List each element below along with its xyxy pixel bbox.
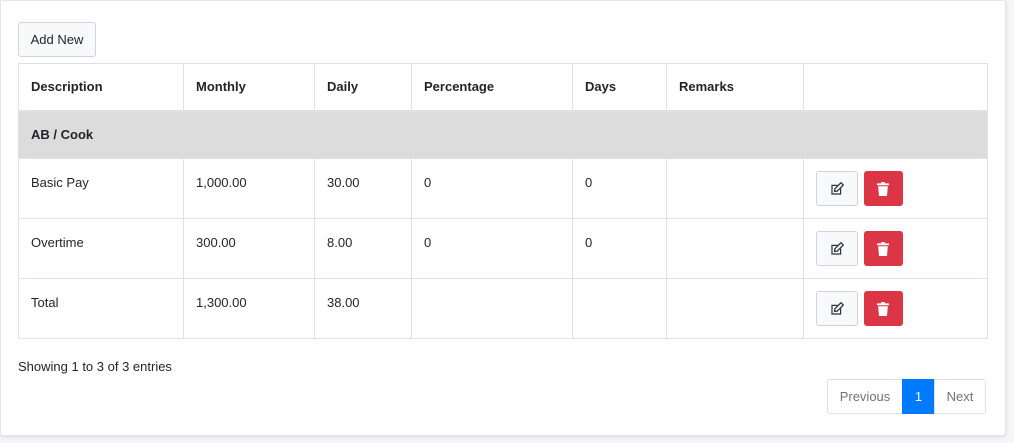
- table-row: Overtime 300.00 8.00 0 0: [18, 218, 988, 279]
- trash-icon: [877, 301, 890, 316]
- table-container: Description Monthly Daily Percentage Day…: [18, 63, 988, 339]
- cell-description: Overtime: [18, 218, 184, 279]
- cell-monthly: 1,000.00: [183, 158, 315, 219]
- table-header: Description Monthly Daily Percentage Day…: [18, 63, 988, 112]
- edit-button[interactable]: [816, 231, 858, 266]
- cell-percentage: 0: [411, 158, 573, 219]
- cell-daily: 38.00: [314, 278, 412, 339]
- edit-icon: [831, 181, 844, 195]
- cell-monthly: 1,300.00: [183, 278, 315, 339]
- cell-actions: [803, 278, 988, 339]
- cell-days: 0: [572, 158, 667, 219]
- column-header-remarks[interactable]: Remarks: [666, 63, 804, 112]
- cell-description: Basic Pay: [18, 158, 184, 219]
- delete-button[interactable]: [863, 231, 903, 266]
- entries-info: Showing 1 to 3 of 3 entries: [18, 359, 172, 374]
- pagination-page-1-button[interactable]: 1: [902, 379, 935, 414]
- cell-actions: [803, 158, 988, 219]
- cell-days: [572, 278, 667, 339]
- cell-daily: 30.00: [314, 158, 412, 219]
- group-row: AB / Cook: [18, 110, 988, 159]
- column-header-description[interactable]: Description: [18, 63, 184, 112]
- column-header-days[interactable]: Days: [572, 63, 667, 112]
- cell-remarks: [666, 158, 804, 219]
- trash-icon: [877, 241, 890, 256]
- trash-icon: [877, 181, 890, 196]
- column-header-monthly[interactable]: Monthly: [183, 63, 315, 112]
- cell-monthly: 300.00: [183, 218, 315, 279]
- table-row: Basic Pay 1,000.00 30.00 0 0: [18, 158, 988, 219]
- delete-button[interactable]: [863, 291, 903, 326]
- pagination-previous-button[interactable]: Previous: [827, 379, 903, 414]
- data-table: Description Monthly Daily Percentage Day…: [18, 63, 988, 339]
- pagination-next-button[interactable]: Next: [934, 379, 986, 414]
- column-header-actions: [803, 63, 988, 112]
- edit-button[interactable]: [816, 291, 858, 326]
- content-card: Add New Description Monthly Daily Percen…: [0, 0, 1006, 436]
- cell-remarks: [666, 218, 804, 279]
- cell-percentage: [411, 278, 573, 339]
- cell-actions: [803, 218, 988, 279]
- column-header-percentage[interactable]: Percentage: [411, 63, 573, 112]
- group-label: AB / Cook: [18, 110, 988, 159]
- table-body: AB / Cook Basic Pay 1,000.00 30.00 0 0 O…: [18, 110, 988, 339]
- edit-button[interactable]: [816, 171, 858, 206]
- cell-days: 0: [572, 218, 667, 279]
- add-new-button[interactable]: Add New: [18, 22, 96, 57]
- cell-description: Total: [18, 278, 184, 339]
- cell-percentage: 0: [411, 218, 573, 279]
- edit-icon: [831, 241, 844, 255]
- pagination: Previous 1 Next: [827, 379, 986, 414]
- edit-icon: [831, 301, 844, 315]
- column-header-daily[interactable]: Daily: [314, 63, 412, 112]
- table-row: Total 1,300.00 38.00: [18, 278, 988, 339]
- cell-daily: 8.00: [314, 218, 412, 279]
- delete-button[interactable]: [863, 171, 903, 206]
- cell-remarks: [666, 278, 804, 339]
